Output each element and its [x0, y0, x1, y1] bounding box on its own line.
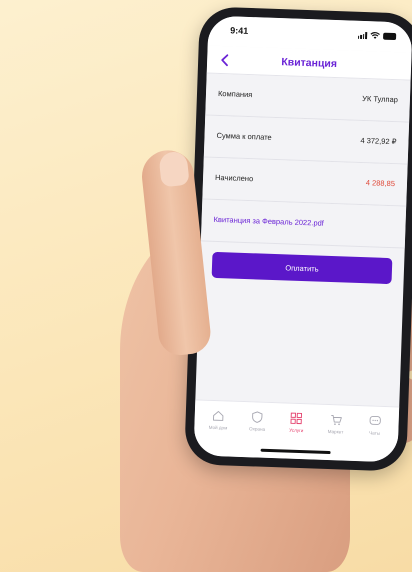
- receipt-details: Компания УК Тулпар Сумма к оплате 4 372,…: [200, 73, 411, 285]
- company-label: Компания: [217, 88, 253, 100]
- tab-label: Услуги: [289, 427, 304, 434]
- tab-label: Мой дом: [208, 424, 228, 431]
- charged-row: Начислено 4 288,85: [202, 157, 408, 207]
- battery-icon: [383, 32, 397, 41]
- tab-market[interactable]: Маркет: [317, 413, 354, 435]
- status-time: 9:41: [230, 25, 249, 36]
- phone-device: 9:41 Квитанция Компания УК Тулпар Сумма …: [184, 6, 412, 472]
- phone-screen: 9:41 Квитанция Компания УК Тулпар Сумма …: [193, 15, 412, 463]
- receipt-file-row[interactable]: Квитанция за Февраль 2022.pdf: [200, 199, 407, 249]
- tab-chats[interactable]: Чаты: [357, 414, 394, 436]
- tab-label: Чаты: [369, 430, 381, 436]
- tab-security[interactable]: Охрана: [239, 410, 276, 432]
- grid-icon: [290, 412, 303, 425]
- pay-button[interactable]: Оплатить: [211, 251, 393, 285]
- amount-due-value: 4 372,92 ₽: [360, 135, 397, 147]
- amount-due-label: Сумма к оплате: [216, 130, 272, 142]
- status-icons: [357, 31, 397, 41]
- wifi-icon: [370, 31, 380, 39]
- page-title: Квитанция: [281, 56, 338, 71]
- charged-label: Начислено: [214, 172, 254, 184]
- tab-label: Маркет: [327, 428, 344, 435]
- home-icon: [213, 411, 224, 421]
- tab-my-home[interactable]: Мой дом: [200, 409, 237, 431]
- tab-bar: Мой дом Охрана Услуги Маркет Чаты: [193, 399, 400, 463]
- company-value: УК Тулпар: [362, 93, 399, 105]
- cart-icon: [330, 414, 342, 426]
- shield-icon: [252, 411, 263, 423]
- receipt-pdf-link[interactable]: Квитанция за Февраль 2022.pdf: [213, 215, 324, 228]
- amount-due-row: Сумма к оплате 4 372,92 ₽: [203, 115, 410, 165]
- company-row: Компания УК Тулпар: [205, 73, 411, 123]
- tab-services[interactable]: Услуги: [278, 411, 315, 433]
- cellular-signal-icon: [357, 32, 368, 40]
- chat-icon: [369, 415, 381, 425]
- charged-value: 4 288,85: [365, 178, 396, 189]
- home-indicator: [260, 448, 331, 455]
- tab-label: Охрана: [249, 426, 266, 432]
